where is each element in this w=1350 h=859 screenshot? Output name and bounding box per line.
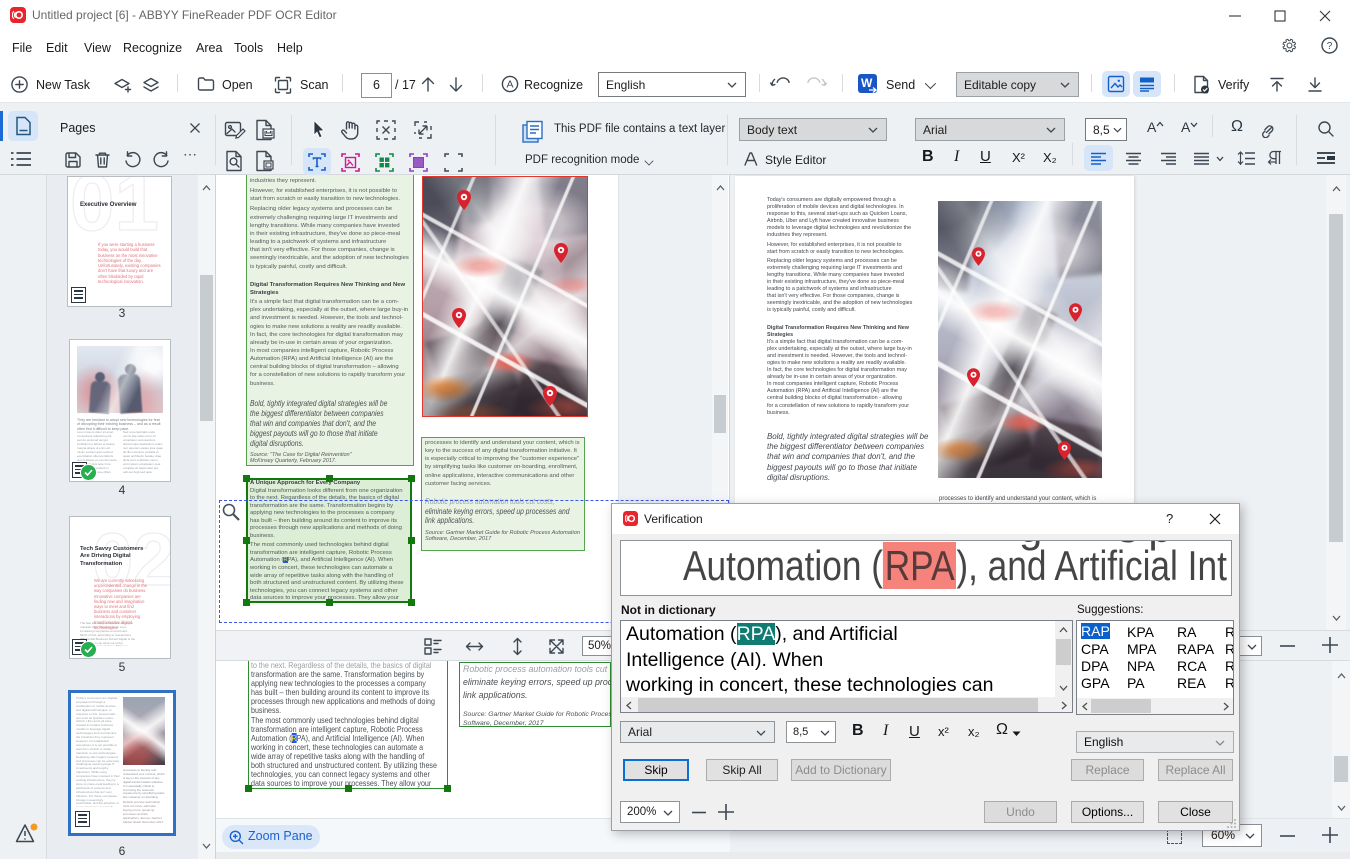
- svg-text:?: ?: [1327, 41, 1333, 52]
- svg-text:A: A: [506, 79, 513, 91]
